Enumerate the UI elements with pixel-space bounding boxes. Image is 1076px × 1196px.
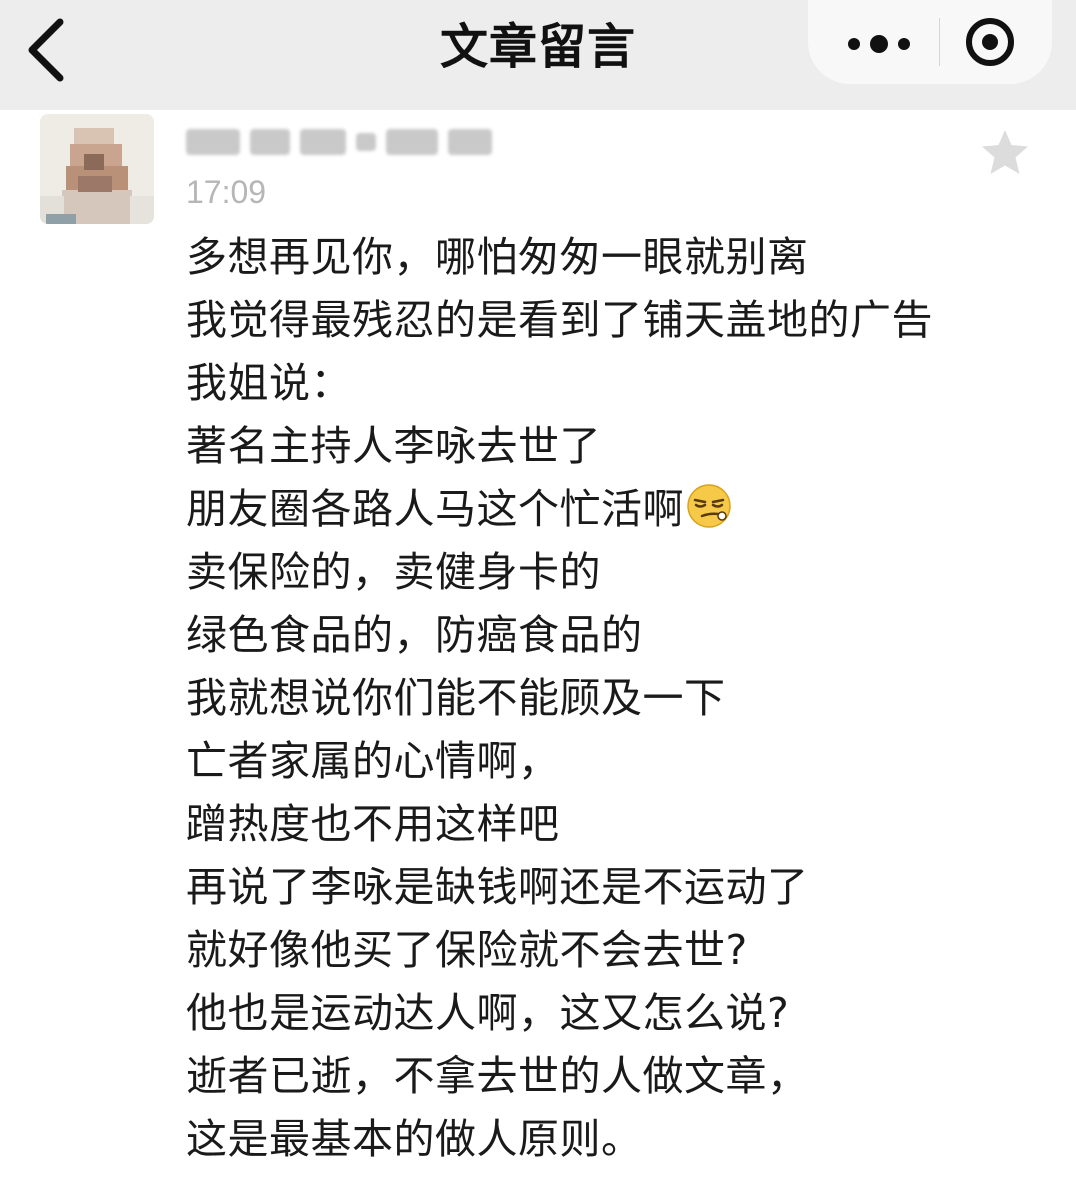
- mini-program-capsule: [808, 0, 1052, 84]
- comment-line: 他也是运动达人啊，这又怎么说?: [186, 989, 790, 1037]
- close-button[interactable]: [954, 6, 1026, 78]
- comment-line: 这是最基本的做人原则。: [186, 1115, 643, 1163]
- favorite-button[interactable]: [978, 126, 1032, 180]
- avatar-pixelated-image: [40, 114, 154, 224]
- comment-time: 17:09: [186, 174, 267, 210]
- comment-line-with-emoji: 朋友圈各路人马这个忙活啊: [186, 478, 1066, 541]
- comment-line: 就好像他买了保险就不会去世?: [186, 926, 748, 974]
- target-close-icon: [966, 18, 1014, 66]
- more-dots-icon: [848, 35, 910, 53]
- comment-body: 多想再见你，哪怕匆匆一眼就别离 我觉得最残忍的是看到了铺天盖地的广告 我姐说： …: [186, 226, 1066, 1171]
- comment-line: 卖保险的，卖健身卡的: [186, 548, 601, 596]
- comment-line: 我姐说：: [186, 359, 352, 407]
- capsule-divider: [939, 18, 940, 66]
- avatar[interactable]: [40, 114, 154, 224]
- smirk-face-emoji: [687, 484, 731, 528]
- nickname-blurred: [186, 120, 506, 164]
- comment-line: 我就想说你们能不能顾及一下: [186, 674, 726, 722]
- more-button[interactable]: [834, 12, 924, 72]
- star-icon: [982, 130, 1028, 174]
- comment-line: 著名主持人李咏去世了: [186, 422, 601, 470]
- comment-line: 我觉得最残忍的是看到了铺天盖地的广告: [186, 296, 933, 344]
- comment-line: 蹭热度也不用这样吧: [186, 800, 560, 848]
- comment-item: 17:09 多想再见你，哪怕匆匆一眼就别离 我觉得最残忍的是看到了铺天盖地的广告…: [0, 110, 1076, 1196]
- comment-line: 再说了李咏是缺钱啊还是不运动了: [186, 863, 809, 911]
- nav-bar: 文章留言: [0, 0, 1076, 110]
- comment-line: 亡者家属的心情啊，: [186, 737, 560, 785]
- comment-line-text: 朋友圈各路人马这个忙活啊: [186, 485, 684, 533]
- comment-line: 多想再见你，哪怕匆匆一眼就别离: [186, 233, 809, 281]
- comment-line: 绿色食品的，防癌食品的: [186, 611, 643, 659]
- comment-line: 逝者已逝，不拿去世的人做文章，: [186, 1052, 809, 1100]
